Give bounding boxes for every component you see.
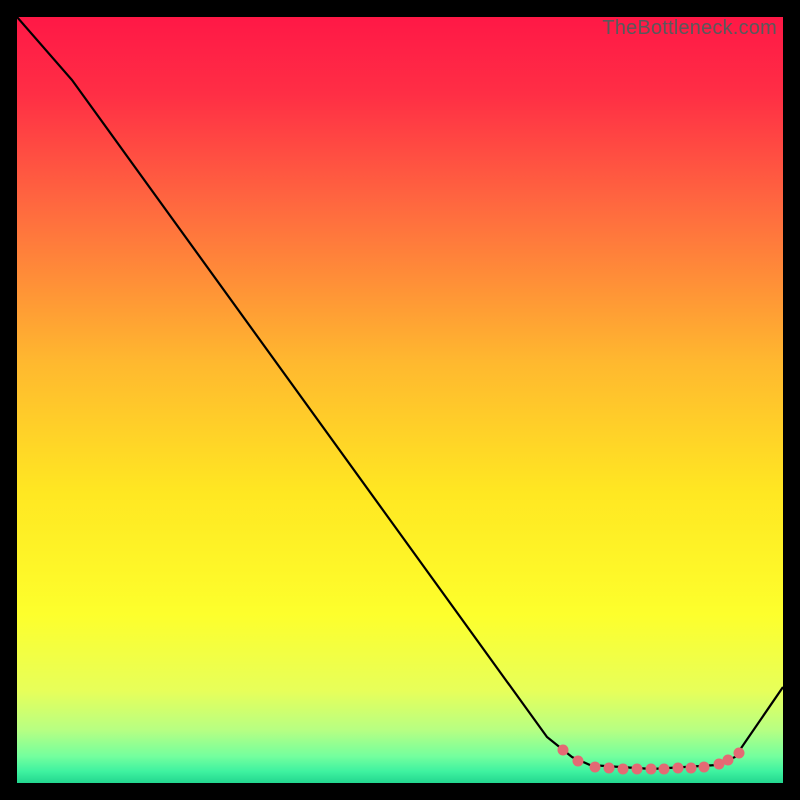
marker-dot [723, 755, 734, 766]
marker-dot [659, 764, 670, 775]
heat-gradient-background [17, 17, 783, 783]
marker-dot [618, 764, 629, 775]
marker-dot [558, 745, 569, 756]
marker-dot [646, 764, 657, 775]
watermark-label: TheBottleneck.com [602, 17, 777, 40]
marker-dot [573, 756, 584, 767]
marker-dot [632, 764, 643, 775]
marker-dot [686, 763, 697, 774]
bottleneck-chart [17, 17, 783, 783]
marker-dot [604, 763, 615, 774]
marker-dot [734, 748, 745, 759]
marker-dot [590, 762, 601, 773]
marker-dot [699, 762, 710, 773]
marker-dot [673, 763, 684, 774]
chart-frame: TheBottleneck.com [17, 17, 783, 783]
